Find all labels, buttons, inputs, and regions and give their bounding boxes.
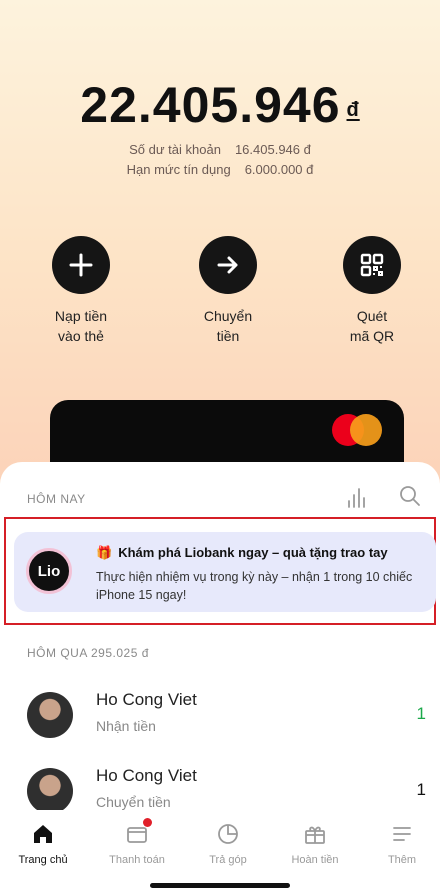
tab-installment[interactable]: Trả góp <box>188 820 268 866</box>
scan-qr-button[interactable]: Quét mã QR <box>317 236 427 346</box>
promo-body: Thực hiện nhiệm vụ trong kỳ này – nhận 1… <box>96 570 413 602</box>
transaction-row[interactable]: Ho Cong Viet Nhận tiền 1 <box>0 688 440 752</box>
avatar <box>27 692 73 738</box>
promo-title: 🎁 Khám phá Liobank ngay – quà tặng trao t… <box>96 545 388 560</box>
gift-box-icon <box>275 820 355 848</box>
yesterday-header: HÔM QUA 295.025 đ <box>27 646 149 660</box>
wallet-icon <box>97 818 177 848</box>
tab-installment-label: Trả góp <box>209 854 247 866</box>
balance-currency: đ <box>346 99 360 121</box>
gift-icon: 🎁 <box>96 545 113 560</box>
plus-icon <box>52 236 110 294</box>
transfer-button[interactable]: Chuyển tiền <box>173 236 283 346</box>
pie-chart-icon <box>188 820 268 848</box>
mastercard-logo <box>332 414 384 446</box>
tab-more-label: Thêm <box>387 854 417 866</box>
arrow-right-icon <box>199 236 257 294</box>
transaction-type: Chuyển tiền <box>96 794 171 810</box>
notification-dot <box>143 818 152 827</box>
tab-cashback-label: Hoàn tiền <box>291 854 339 866</box>
transaction-amount: 1 <box>416 704 426 723</box>
tab-home[interactable]: Trang chủ <box>3 820 83 866</box>
top-up-label: Nạp tiền vào thẻ <box>54 308 108 344</box>
tab-home-label: Trang chủ <box>18 854 68 866</box>
credit-limit-label: Hạn mức tín dụng <box>126 162 231 177</box>
stats-icon[interactable] <box>346 486 370 508</box>
tab-payment[interactable]: Thanh toán <box>97 818 177 866</box>
avatar <box>27 768 73 814</box>
transaction-name: Ho Cong Viet <box>96 690 197 709</box>
tab-more[interactable]: Thêm <box>362 820 440 866</box>
credit-limit-value: 6.000.000 đ <box>244 162 314 177</box>
scan-qr-label: Quét mã QR <box>349 308 395 344</box>
balance-amount: 22.405.946 <box>80 77 341 133</box>
account-balance-value: 16.405.946 đ <box>234 142 311 157</box>
home-indicator <box>150 883 290 888</box>
liobank-logo: Lio <box>26 548 72 594</box>
transaction-amount: 1 <box>416 780 426 799</box>
total-balance: 22.405.946 đ <box>0 76 440 134</box>
search-icon[interactable] <box>398 484 422 508</box>
bottom-tab-bar: Trang chủ Thanh toán Trả góp Hoàn tiền T… <box>0 810 440 892</box>
transfer-label: Chuyển tiền <box>203 308 253 344</box>
promo-banner[interactable]: Lio 🎁 Khám phá Liobank ngay – quà tặng tr… <box>14 532 436 612</box>
home-icon <box>3 820 83 848</box>
hero-section: 22.405.946 đ Số dư tài khoản 16.405.946 đ … <box>0 0 440 490</box>
tab-cashback[interactable]: Hoàn tiền <box>275 820 355 866</box>
transaction-name: Ho Cong Viet <box>96 766 197 785</box>
tab-payment-label: Thanh toán <box>109 854 165 866</box>
quick-actions: Nạp tiền vào thẻ Chuyển tiền Quét mã QR <box>0 236 440 356</box>
menu-icon <box>362 820 440 848</box>
top-up-button[interactable]: Nạp tiền vào thẻ <box>26 236 136 346</box>
transaction-type: Nhận tiền <box>96 718 156 734</box>
today-header: HÔM NAY <box>27 492 86 506</box>
account-balance-label: Số dư tài khoản <box>129 142 221 157</box>
account-summary: Số dư tài khoản 16.405.946 đ Hạn mức tín … <box>0 140 440 180</box>
qr-code-icon <box>343 236 401 294</box>
